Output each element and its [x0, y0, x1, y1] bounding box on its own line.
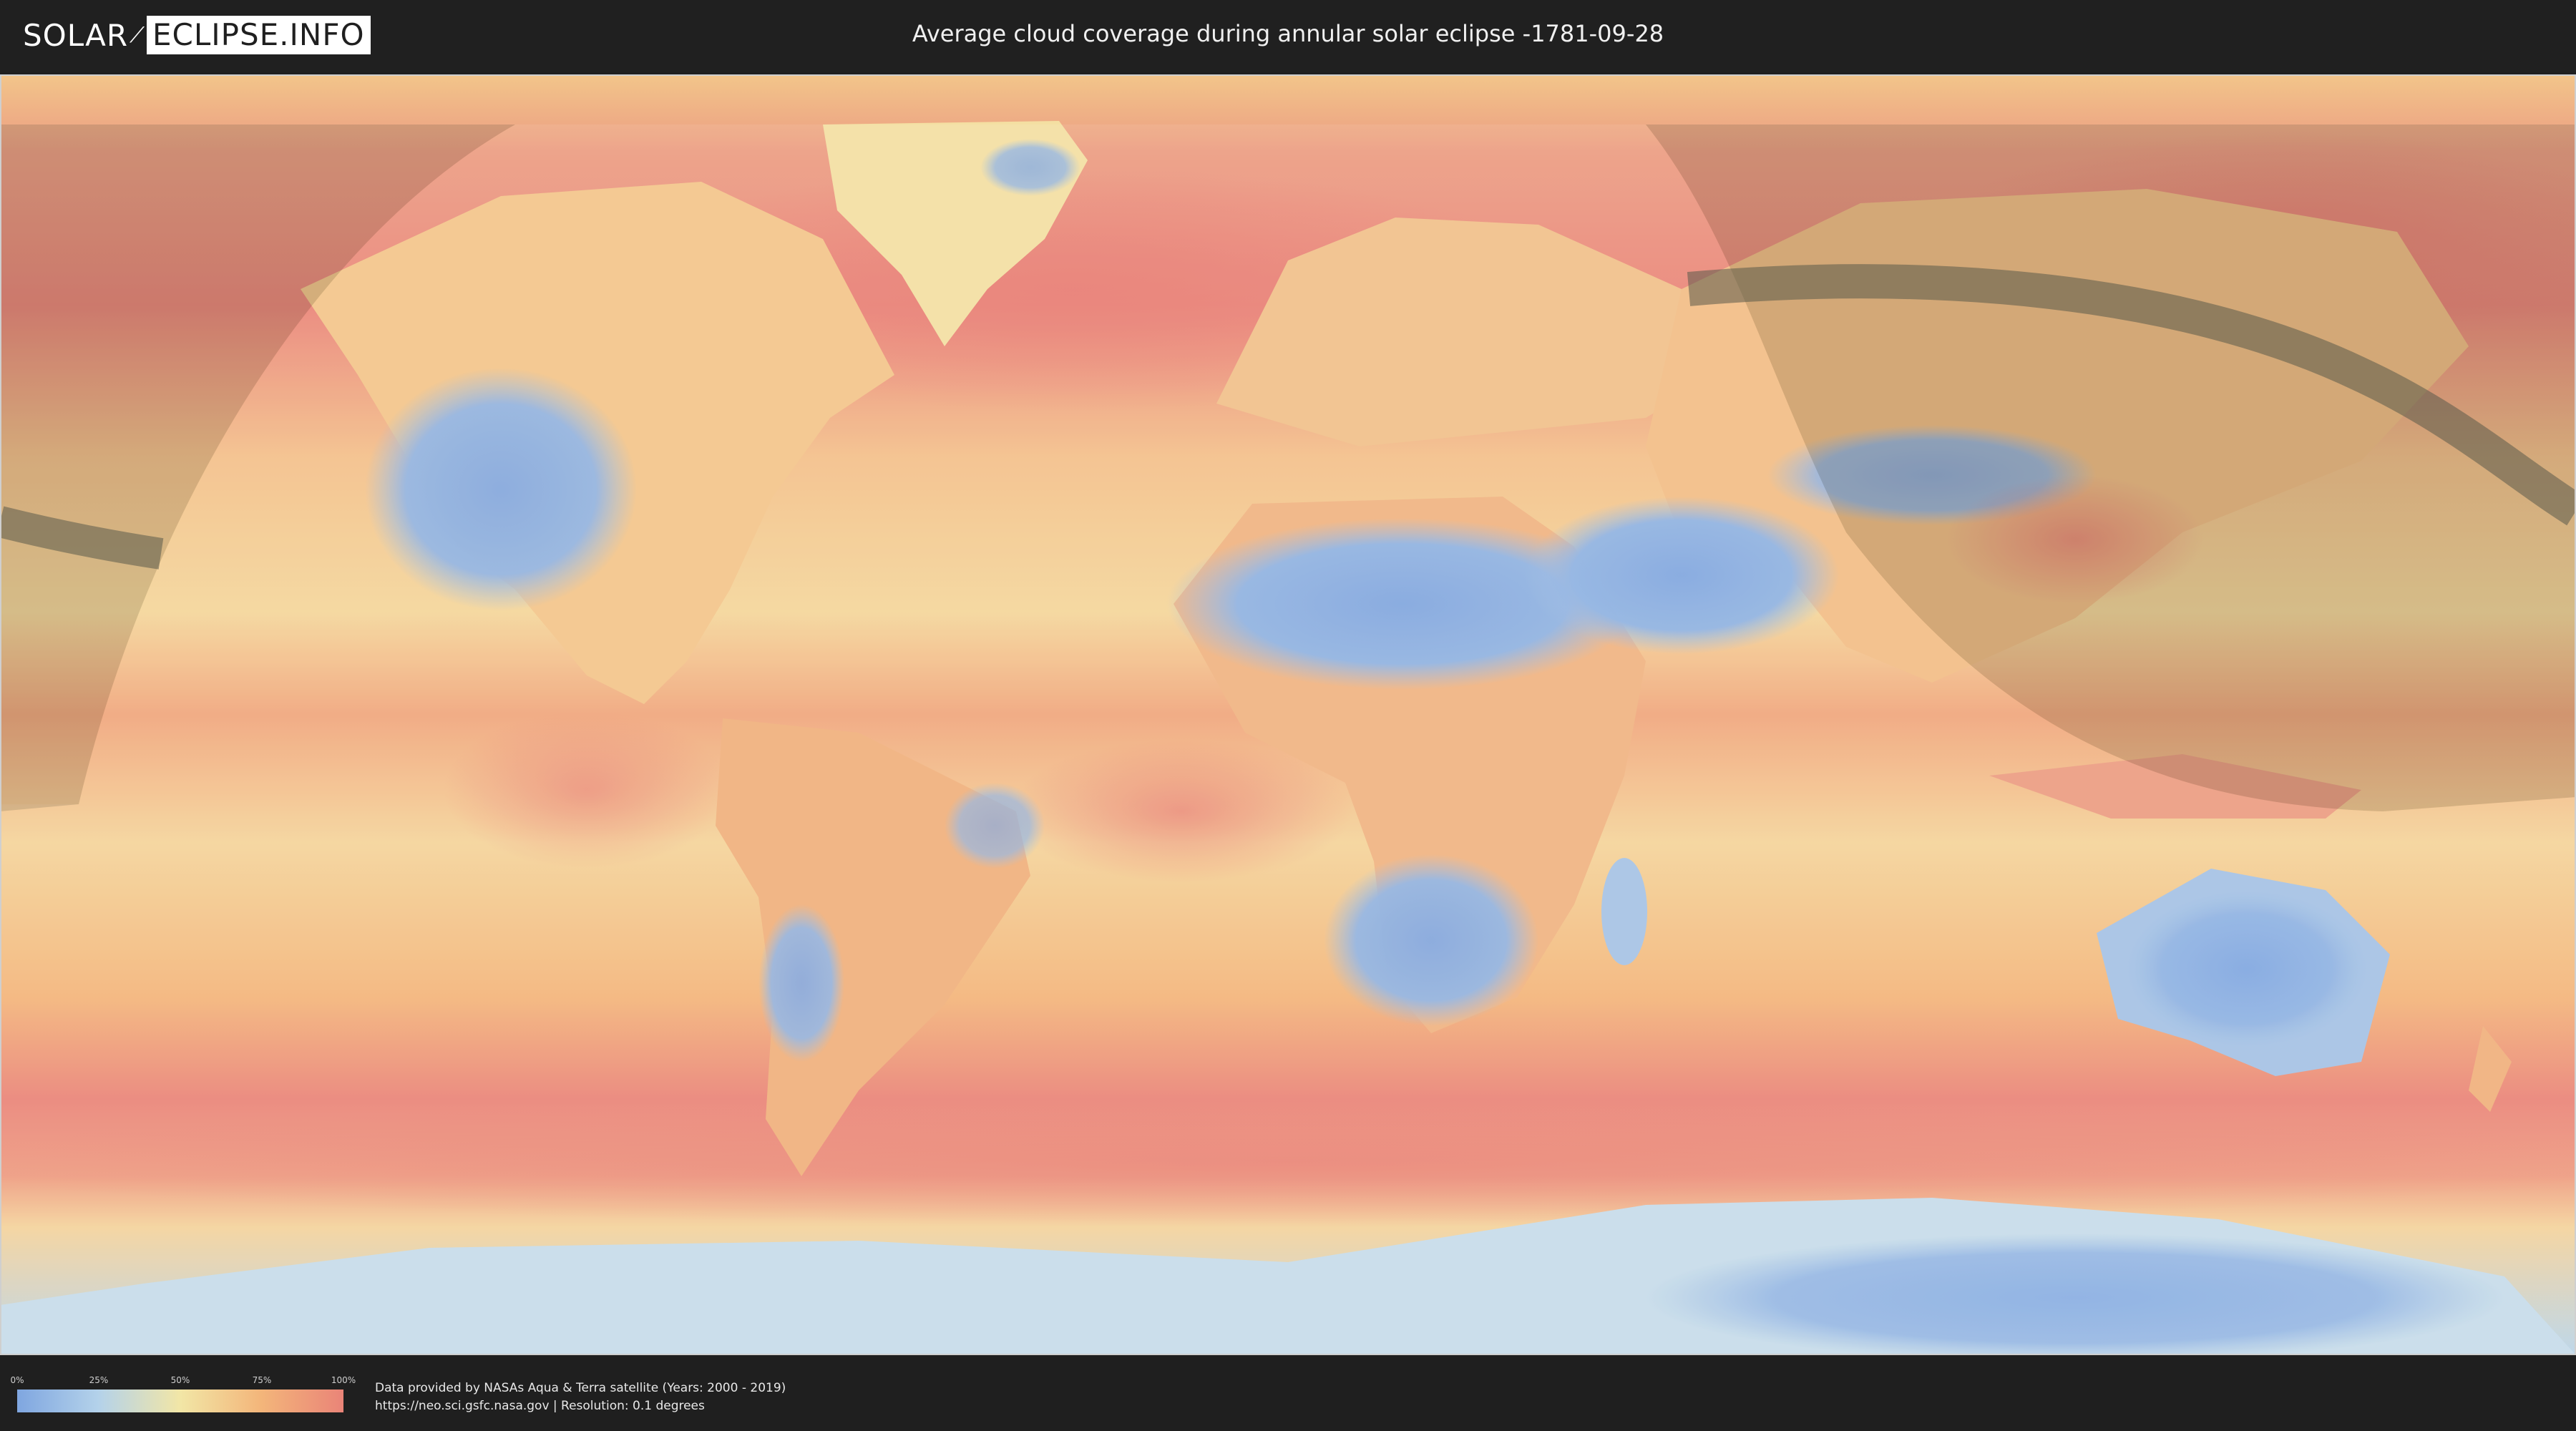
- legend-tick-0: 0%: [10, 1375, 24, 1385]
- data-credit: Data provided by NASAs Aqua & Terra sate…: [375, 1379, 786, 1415]
- page-title: Average cloud coverage during annular so…: [912, 20, 1664, 47]
- legend-color-bar: [17, 1390, 343, 1412]
- credit-line-1: Data provided by NASAs Aqua & Terra sate…: [375, 1381, 786, 1395]
- credit-line-2[interactable]: https://neo.sci.gsfc.nasa.gov | Resoluti…: [375, 1397, 786, 1415]
- legend-tick-25: 25%: [89, 1375, 109, 1385]
- legend-tick-50: 50%: [170, 1375, 190, 1385]
- cloud-coverage-map[interactable]: [0, 74, 2576, 1355]
- legend-tick-100: 100%: [331, 1375, 356, 1385]
- legend-ticks: 0% 25% 50% 75% 100%: [10, 1375, 356, 1385]
- header-bar: SOLAR ⟋ ECLIPSE.INFO Average cloud cover…: [0, 0, 2576, 72]
- legend-tick-75: 75%: [252, 1375, 272, 1385]
